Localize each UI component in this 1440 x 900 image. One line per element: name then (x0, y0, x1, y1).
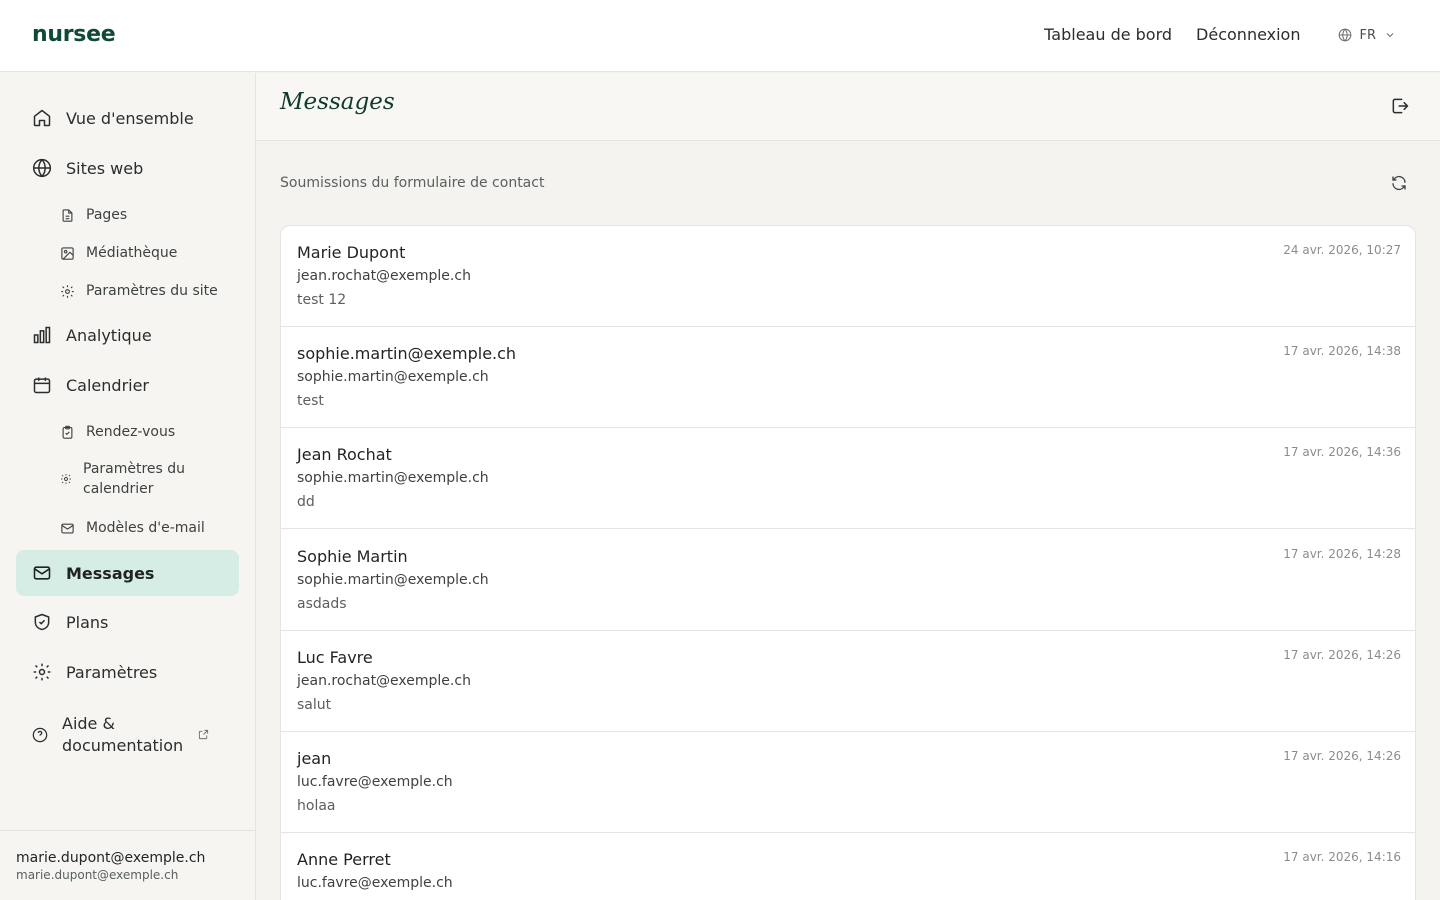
main-content: Messages Soumissions du formulaire de co… (256, 73, 1440, 900)
sidebar-subitem-site-settings[interactable]: Paramètres du site (44, 279, 234, 303)
sidebar: Vue d'ensemble Sites web Pages Médiathèq… (0, 73, 256, 900)
sidebar-item-messages[interactable]: Messages (16, 550, 239, 596)
message-row[interactable]: jean luc.favre@exemple.ch holaa 17 avr. … (281, 732, 1415, 833)
message-preview: holaa (297, 798, 336, 814)
globe-icon (1339, 28, 1352, 42)
top-nav: Tableau de bord Déconnexion FR (1044, 24, 1396, 46)
bar-chart-icon (33, 326, 51, 344)
sidebar-subitem-label: Modèles d'e-mail (86, 520, 205, 536)
page-title: Messages (280, 89, 395, 115)
message-email: jean.rochat@exemple.ch (297, 673, 471, 689)
message-row[interactable]: Marie Dupont jean.rochat@exemple.ch test… (281, 226, 1415, 327)
file-icon (62, 208, 73, 222)
sidebar-subitem-media[interactable]: Médiathèque (44, 241, 234, 265)
sidebar-subitem-label: Paramètres du site (86, 283, 218, 299)
message-date: 17 avr. 2026, 14:26 (1283, 749, 1401, 763)
sidebar-item-plans[interactable]: Plans (16, 599, 239, 645)
message-preview: salut (297, 697, 332, 713)
mail-icon (33, 566, 51, 580)
external-link-icon (198, 729, 209, 740)
sidebar-item-label: Paramètres (66, 662, 158, 682)
message-date: 24 avr. 2026, 10:27 (1283, 243, 1401, 257)
message-email: luc.favre@exemple.ch (297, 774, 453, 790)
logout-link[interactable]: Déconnexion (1196, 24, 1300, 46)
home-icon (33, 109, 51, 127)
message-sender: Sophie Martin (297, 547, 408, 566)
gear-icon (33, 663, 51, 681)
message-sender: sophie.martin@exemple.ch (297, 344, 517, 363)
message-email: sophie.martin@exemple.ch (297, 369, 489, 385)
message-sender: Anne Perret (297, 850, 391, 869)
message-sender: jean (297, 749, 332, 768)
message-row[interactable]: sophie.martin@exemple.ch sophie.martin@e… (281, 327, 1415, 428)
brand-logo[interactable]: nursee (32, 22, 116, 47)
message-preview: test 12 (297, 292, 347, 308)
refresh-icon[interactable] (1390, 174, 1408, 192)
sidebar-item-label: Plans (66, 612, 109, 632)
sidebar-item-calendar[interactable]: Calendrier (16, 362, 239, 408)
sidebar-subitem-appointments[interactable]: Rendez-vous (44, 420, 234, 444)
message-email: sophie.martin@exemple.ch (297, 572, 489, 588)
sidebar-item-overview[interactable]: Vue d'ensemble (16, 95, 239, 141)
top-bar: nursee Tableau de bord Déconnexion FR (0, 0, 1440, 72)
page-header: Messages (256, 73, 1440, 141)
sidebar-item-label: Analytique (66, 325, 152, 345)
gear-icon (61, 284, 74, 298)
sidebar-item-label: Sites web (66, 158, 144, 178)
message-preview: asdads (297, 596, 347, 612)
message-row[interactable]: Anne Perret luc.favre@exemple.ch 17 avr.… (281, 833, 1415, 900)
dashboard-link[interactable]: Tableau de bord (1044, 24, 1172, 46)
message-date: 17 avr. 2026, 14:16 (1283, 850, 1401, 864)
message-date: 17 avr. 2026, 14:38 (1283, 344, 1401, 358)
message-row[interactable]: Sophie Martin sophie.martin@exemple.ch a… (281, 530, 1415, 631)
message-preview: dd (297, 494, 315, 510)
language-selector[interactable]: FR (1338, 28, 1396, 43)
clipboard-check-icon (62, 425, 73, 439)
sidebar-item-help[interactable]: Aide & documentation (16, 699, 239, 771)
section-label: Soumissions du formulaire de contact (280, 175, 545, 191)
chevron-down-icon (1386, 33, 1394, 38)
sidebar-item-label: Aide & documentation (62, 714, 184, 755)
message-sender: Marie Dupont (297, 243, 406, 262)
sidebar-item-analytics[interactable]: Analytique (16, 312, 239, 358)
message-date: 17 avr. 2026, 14:36 (1283, 445, 1401, 459)
image-icon (61, 246, 74, 260)
shield-check-icon (34, 613, 50, 631)
message-row[interactable]: Luc Favre jean.rochat@exemple.ch salut 1… (281, 631, 1415, 732)
sidebar-subitem-label: Paramètres du calendrier (83, 461, 186, 497)
message-email: luc.favre@exemple.ch (297, 875, 453, 891)
logout-icon[interactable] (1390, 96, 1410, 116)
mail-icon (61, 523, 74, 533)
gear-icon (61, 474, 71, 484)
user-account[interactable]: marie.dupont@exemple.ch marie.dupont@exe… (0, 830, 256, 900)
sidebar-subitem-pages[interactable]: Pages (44, 203, 234, 227)
sidebar-item-settings[interactable]: Paramètres (16, 649, 239, 695)
message-email: jean.rochat@exemple.ch (297, 268, 471, 284)
message-list: Marie Dupont jean.rochat@exemple.ch test… (280, 225, 1416, 900)
sidebar-item-label: Calendrier (66, 375, 150, 395)
sidebar-item-label: Messages (66, 563, 155, 583)
user-email: marie.dupont@exemple.ch (16, 868, 179, 882)
message-sender: Luc Favre (297, 648, 373, 667)
globe-icon (32, 158, 52, 178)
sidebar-subitem-label: Pages (86, 207, 128, 223)
help-circle-icon (32, 727, 48, 743)
message-row[interactable]: Jean Rochat sophie.martin@exemple.ch dd … (281, 428, 1415, 529)
message-date: 17 avr. 2026, 14:28 (1283, 547, 1401, 561)
sidebar-item-label: Vue d'ensemble (66, 108, 194, 128)
sidebar-subitem-calendar-settings[interactable]: Paramètres du calendrier (44, 458, 234, 500)
message-date: 17 avr. 2026, 14:26 (1283, 648, 1401, 662)
sidebar-item-websites[interactable]: Sites web (16, 145, 239, 191)
message-sender: Jean Rochat (297, 445, 392, 464)
language-label: FR (1359, 27, 1376, 43)
message-email: sophie.martin@exemple.ch (297, 470, 489, 486)
sidebar-subitem-label: Rendez-vous (86, 424, 176, 440)
user-name: marie.dupont@exemple.ch (16, 850, 206, 866)
sidebar-subitem-email-templates[interactable]: Modèles d'e-mail (44, 516, 234, 540)
sidebar-subitem-label: Médiathèque (86, 245, 178, 261)
message-preview: test (297, 393, 324, 409)
calendar-icon (33, 377, 51, 394)
